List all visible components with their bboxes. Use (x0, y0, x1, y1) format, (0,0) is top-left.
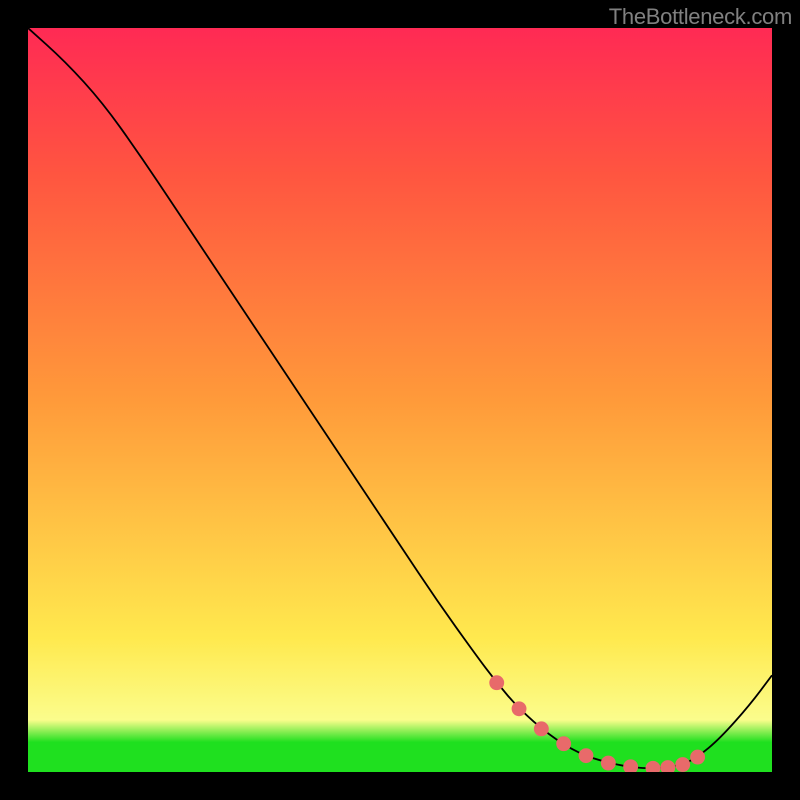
highlight-dot (579, 748, 594, 763)
highlight-dot (675, 757, 690, 772)
highlight-dot (489, 675, 504, 690)
chart-curve-svg (28, 28, 772, 772)
highlight-dot (556, 736, 571, 751)
highlight-dot (623, 759, 638, 772)
highlight-dot (601, 756, 616, 771)
watermark-text: TheBottleneck.com (609, 4, 792, 30)
highlight-dot (660, 760, 675, 772)
highlight-dots-group (489, 675, 705, 772)
highlight-dot (512, 701, 527, 716)
highlight-dot (690, 750, 705, 765)
main-curve-path (28, 28, 772, 768)
chart-plot-area (28, 28, 772, 772)
highlight-dot (534, 721, 549, 736)
highlight-dot (646, 761, 661, 772)
